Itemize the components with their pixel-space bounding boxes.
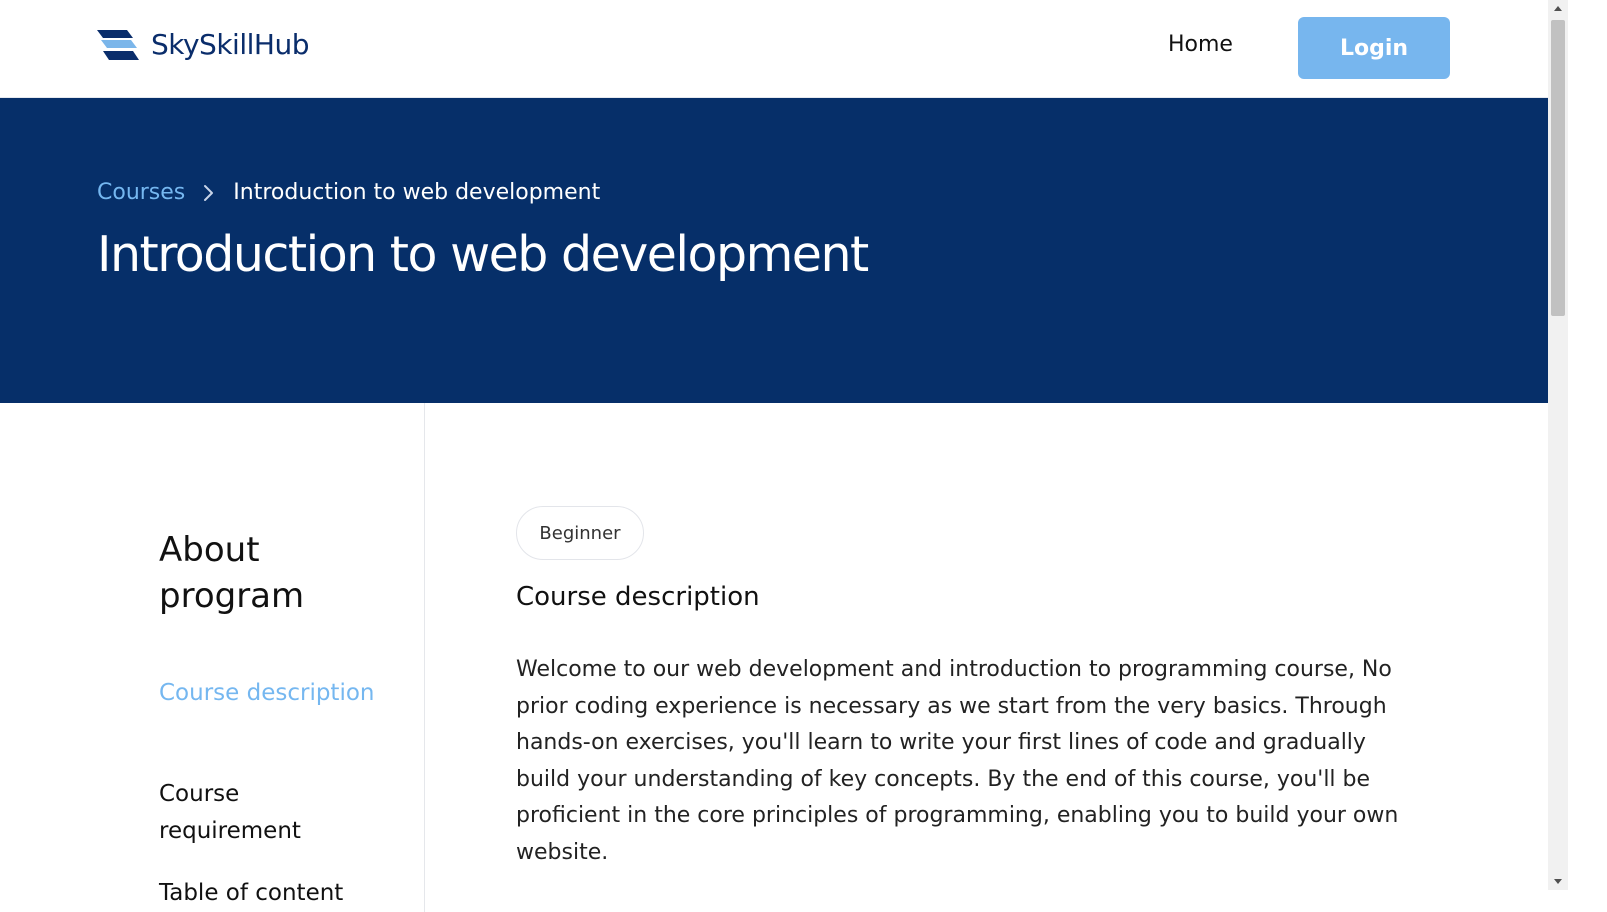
program-sidebar: About program Course description Course … [0,403,425,912]
login-button[interactable]: Login [1298,17,1450,79]
sidebar-link-course-description[interactable]: Course description [159,675,379,712]
course-description-heading: Course description [516,582,760,612]
sidebar-link-table-of-content[interactable]: Table of content [159,875,379,912]
hero-banner: Courses Introduction to web development … [0,98,1548,403]
page-scrollbar[interactable] [1548,0,1568,890]
scroll-up-arrow-icon[interactable] [1548,0,1568,16]
scrollbar-thumb[interactable] [1551,20,1565,316]
brand-logo-icon [97,30,139,60]
level-badge: Beginner [516,506,644,560]
breadcrumb-courses-link[interactable]: Courses [97,180,185,205]
breadcrumb-current: Introduction to web development [233,180,601,205]
sidebar-link-course-requirement[interactable]: Course requirement [159,776,379,850]
page-title: Introduction to web development [97,226,869,283]
brand-home-link[interactable]: SkySkillHub [97,24,309,64]
chevron-right-icon [185,181,233,205]
course-description-text: Welcome to our web development and intro… [516,657,1399,865]
nav-home-link[interactable]: Home [1168,32,1233,57]
top-navbar: SkySkillHub Home Login [0,0,1548,98]
brand-name: SkySkillHub [151,27,309,61]
breadcrumb: Courses Introduction to web development [97,180,600,205]
sidebar-title: About program [159,530,305,616]
scroll-down-arrow-icon[interactable] [1548,874,1568,890]
